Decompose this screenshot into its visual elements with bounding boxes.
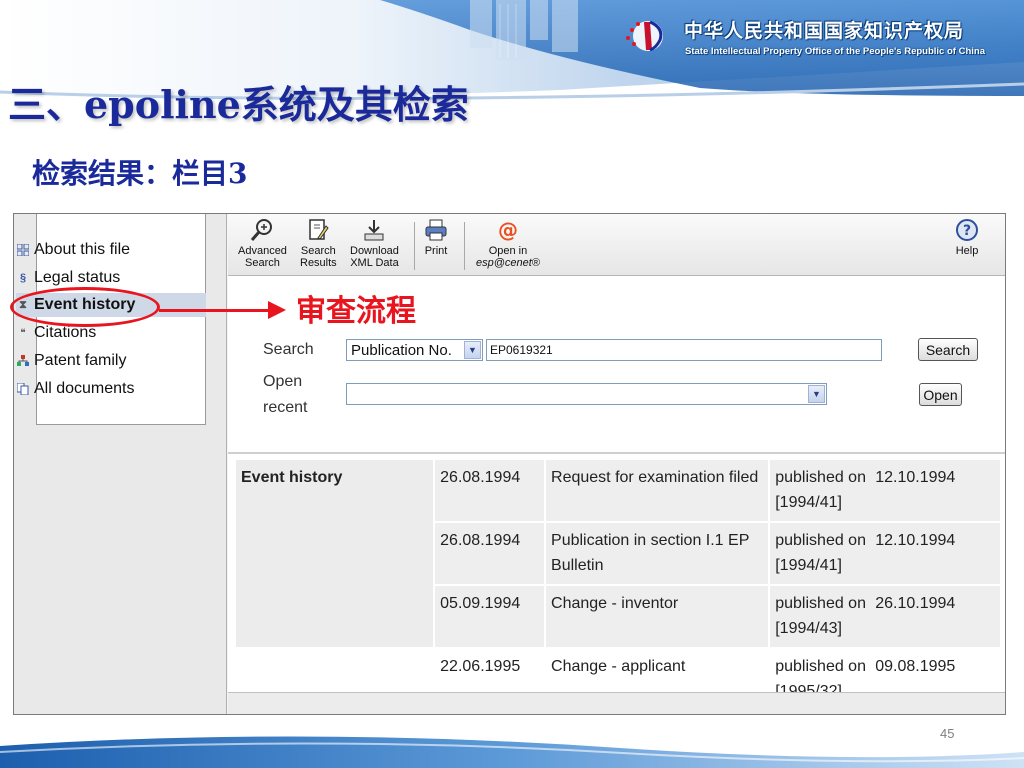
advanced-search-button[interactable]: Advanced Search bbox=[238, 218, 287, 269]
org-name-en: State Intellectual Property Office of th… bbox=[685, 46, 985, 57]
advanced-search-label-2: Search bbox=[245, 257, 280, 269]
table-row: Event history 26.08.1994 Request for exa… bbox=[236, 460, 1000, 647]
search-input[interactable]: EP0619321 bbox=[486, 339, 882, 361]
event-publication: published on 12.10.1994 [1994/41] bbox=[770, 460, 1000, 521]
search-type-value: Publication No. bbox=[351, 341, 452, 359]
help-button[interactable]: ? Help bbox=[955, 218, 979, 257]
epoline-window: About this file § Legal status ⧗ Event h… bbox=[13, 213, 1006, 715]
open-button[interactable]: Open bbox=[919, 383, 962, 406]
highlight-ellipse bbox=[10, 287, 160, 327]
event-date: 26.08.1994 bbox=[435, 523, 545, 584]
published-date: 26.10.1994 bbox=[875, 595, 956, 612]
sidebar-item-legal-status[interactable]: § Legal status bbox=[16, 266, 120, 290]
sidebar-item-label: About this file bbox=[34, 241, 131, 258]
search-type-select[interactable]: Publication No. ▼ bbox=[346, 339, 483, 361]
published-date: 12.10.1994 bbox=[875, 532, 956, 549]
at-sign-icon: @ bbox=[498, 218, 518, 242]
toolbar: Advanced Search Search Results Download … bbox=[228, 214, 1005, 276]
bulletin-ref: [1994/41] bbox=[775, 494, 842, 511]
slide-title: 三、epoline系统及其检索 bbox=[8, 82, 469, 127]
document-pen-icon bbox=[309, 219, 329, 240]
open-in-label-2: esp@cenet® bbox=[476, 257, 540, 269]
printer-icon bbox=[425, 219, 447, 241]
help-label: Help bbox=[955, 245, 979, 257]
event-publication: published on 26.10.1994 [1994/43] bbox=[770, 586, 1000, 647]
event-history-table: Event history 26.08.1994 Request for exa… bbox=[234, 458, 1002, 712]
footer-wave bbox=[0, 736, 1024, 768]
slide: 中华人民共和国国家知识产权局 State Intellectual Proper… bbox=[0, 0, 1024, 768]
event-description: Publication in section I.1 EP Bulletin bbox=[546, 523, 769, 584]
toolbar-separator bbox=[464, 222, 465, 270]
published-on-label: published on bbox=[775, 469, 866, 486]
published-date: 09.08.1995 bbox=[875, 658, 956, 675]
download-xml-button[interactable]: Download XML Data bbox=[350, 218, 399, 269]
event-date: 26.08.1994 bbox=[435, 460, 545, 521]
event-description: Request for examination filed bbox=[546, 460, 769, 521]
org-name-cn: 中华人民共和国国家知识产权局 bbox=[684, 20, 965, 42]
content-divider bbox=[228, 452, 1005, 454]
bulletin-ref: [1994/41] bbox=[775, 557, 842, 574]
event-publication: published on 12.10.1994 [1994/41] bbox=[770, 523, 1000, 584]
download-label-2: XML Data bbox=[350, 257, 399, 269]
sidebar-item-about-this-file[interactable]: About this file bbox=[16, 238, 130, 262]
print-label: Print bbox=[424, 245, 448, 257]
sidebar-item-label: All documents bbox=[34, 380, 135, 397]
published-on-label: published on bbox=[775, 595, 866, 612]
published-date: 12.10.1994 bbox=[875, 469, 956, 486]
slide-subtitle: 检索结果：栏目3 bbox=[32, 157, 248, 190]
main-content: Search Publication No. ▼ EP0619321 Searc… bbox=[228, 276, 1005, 714]
search-results-label-2: Results bbox=[300, 257, 337, 269]
annotation-label: 审查流程 bbox=[296, 294, 416, 329]
event-description: Change - inventor bbox=[546, 586, 769, 647]
magnifier-icon bbox=[251, 219, 273, 241]
family-tree-icon bbox=[16, 354, 30, 368]
print-button[interactable]: Print bbox=[424, 218, 448, 257]
help-icon: ? bbox=[956, 219, 978, 241]
search-results-label-1: Search bbox=[300, 245, 336, 257]
annotation-arrow-line bbox=[159, 309, 270, 312]
svg-text:@: @ bbox=[498, 218, 518, 242]
download-label-1: Download bbox=[350, 245, 399, 257]
open-recent-select[interactable]: ▼ bbox=[346, 383, 827, 405]
published-on-label: published on bbox=[775, 532, 866, 549]
open-recent-label-2: recent bbox=[263, 399, 308, 416]
download-icon bbox=[364, 220, 384, 241]
search-label: Search bbox=[263, 341, 314, 358]
page-number: 45 bbox=[940, 726, 955, 741]
event-date: 05.09.1994 bbox=[435, 586, 545, 647]
quote-icon: ❝ bbox=[20, 327, 26, 339]
arrow-right-icon bbox=[268, 301, 286, 319]
toolbar-separator bbox=[414, 222, 415, 270]
open-recent-label-1: Open bbox=[263, 373, 303, 390]
sidebar-item-patent-family[interactable]: Patent family bbox=[16, 349, 126, 373]
sidebar-item-label: Legal status bbox=[34, 269, 121, 286]
open-in-label-1: Open in bbox=[488, 245, 528, 257]
section-sign-icon: § bbox=[19, 272, 27, 284]
chevron-down-icon: ▼ bbox=[808, 385, 825, 403]
event-history-heading: Event history bbox=[236, 460, 434, 647]
svg-text:?: ? bbox=[963, 223, 971, 239]
documents-icon bbox=[16, 382, 30, 396]
status-bar bbox=[228, 692, 1005, 714]
sidebar-item-all-documents[interactable]: All documents bbox=[16, 377, 135, 401]
advanced-search-label-1: Advanced bbox=[238, 245, 287, 257]
search-button[interactable]: Search bbox=[918, 338, 978, 361]
published-on-label: published on bbox=[775, 658, 866, 675]
open-in-espacenet-button[interactable]: @ Open in esp@cenet® bbox=[476, 218, 540, 269]
bulletin-ref: [1994/43] bbox=[775, 620, 842, 637]
grid-icon bbox=[16, 243, 30, 257]
search-results-button[interactable]: Search Results bbox=[300, 218, 337, 269]
chevron-down-icon: ▼ bbox=[464, 341, 481, 359]
sidebar-item-label: Patent family bbox=[34, 352, 127, 369]
